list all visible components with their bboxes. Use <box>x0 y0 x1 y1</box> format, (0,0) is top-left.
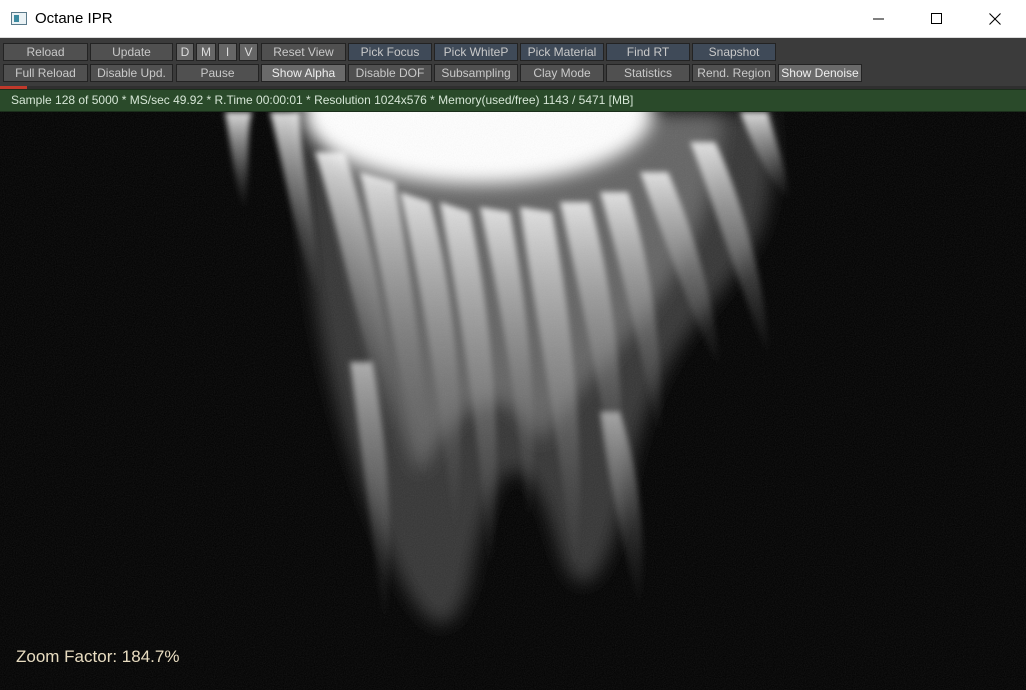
show-denoise-button[interactable]: Show Denoise <box>778 64 862 82</box>
subsampling-button[interactable]: Subsampling <box>434 64 518 82</box>
v-button[interactable]: V <box>239 43 258 61</box>
title-bar: Octane IPR <box>0 0 1026 38</box>
pause-button[interactable]: Pause <box>176 64 259 82</box>
window-title: Octane IPR <box>35 10 113 27</box>
disable-dof-button[interactable]: Disable DOF <box>348 64 432 82</box>
close-icon <box>989 13 1001 25</box>
find-rt-button[interactable]: Find RT <box>606 43 690 61</box>
pick-whitep-button[interactable]: Pick WhiteP <box>434 43 518 61</box>
full-reload-button[interactable]: Full Reload <box>3 64 88 82</box>
pick-material-button[interactable]: Pick Material <box>520 43 604 61</box>
m-button[interactable]: M <box>196 43 216 61</box>
maximize-button[interactable] <box>908 0 966 38</box>
app-icon <box>11 12 27 25</box>
i-button[interactable]: I <box>218 43 237 61</box>
minimize-icon <box>873 18 884 20</box>
render-viewport[interactable] <box>0 112 1026 690</box>
disable-upd-button[interactable]: Disable Upd. <box>90 64 173 82</box>
reload-button[interactable]: Reload <box>3 43 88 61</box>
close-button[interactable] <box>966 0 1024 38</box>
d-button[interactable]: D <box>176 43 194 61</box>
ipr-toolbar: Reload Update D M I V Reset View Pick Fo… <box>0 38 1026 86</box>
render-image <box>0 112 1026 690</box>
maximize-icon <box>931 13 942 24</box>
zoom-factor-label: Zoom Factor: 184.7% <box>16 647 180 666</box>
render-status-bar: Sample 128 of 5000 * MS/sec 49.92 * R.Ti… <box>0 89 1026 112</box>
rend-region-button[interactable]: Rend. Region <box>692 64 776 82</box>
statistics-button[interactable]: Statistics <box>606 64 690 82</box>
clay-mode-button[interactable]: Clay Mode <box>520 64 604 82</box>
reset-view-button[interactable]: Reset View <box>261 43 346 61</box>
snapshot-button[interactable]: Snapshot <box>692 43 776 61</box>
show-alpha-button[interactable]: Show Alpha <box>261 64 346 82</box>
pick-focus-button[interactable]: Pick Focus <box>348 43 432 61</box>
update-button[interactable]: Update <box>90 43 173 61</box>
render-noise <box>0 112 1026 690</box>
minimize-button[interactable] <box>850 0 908 38</box>
